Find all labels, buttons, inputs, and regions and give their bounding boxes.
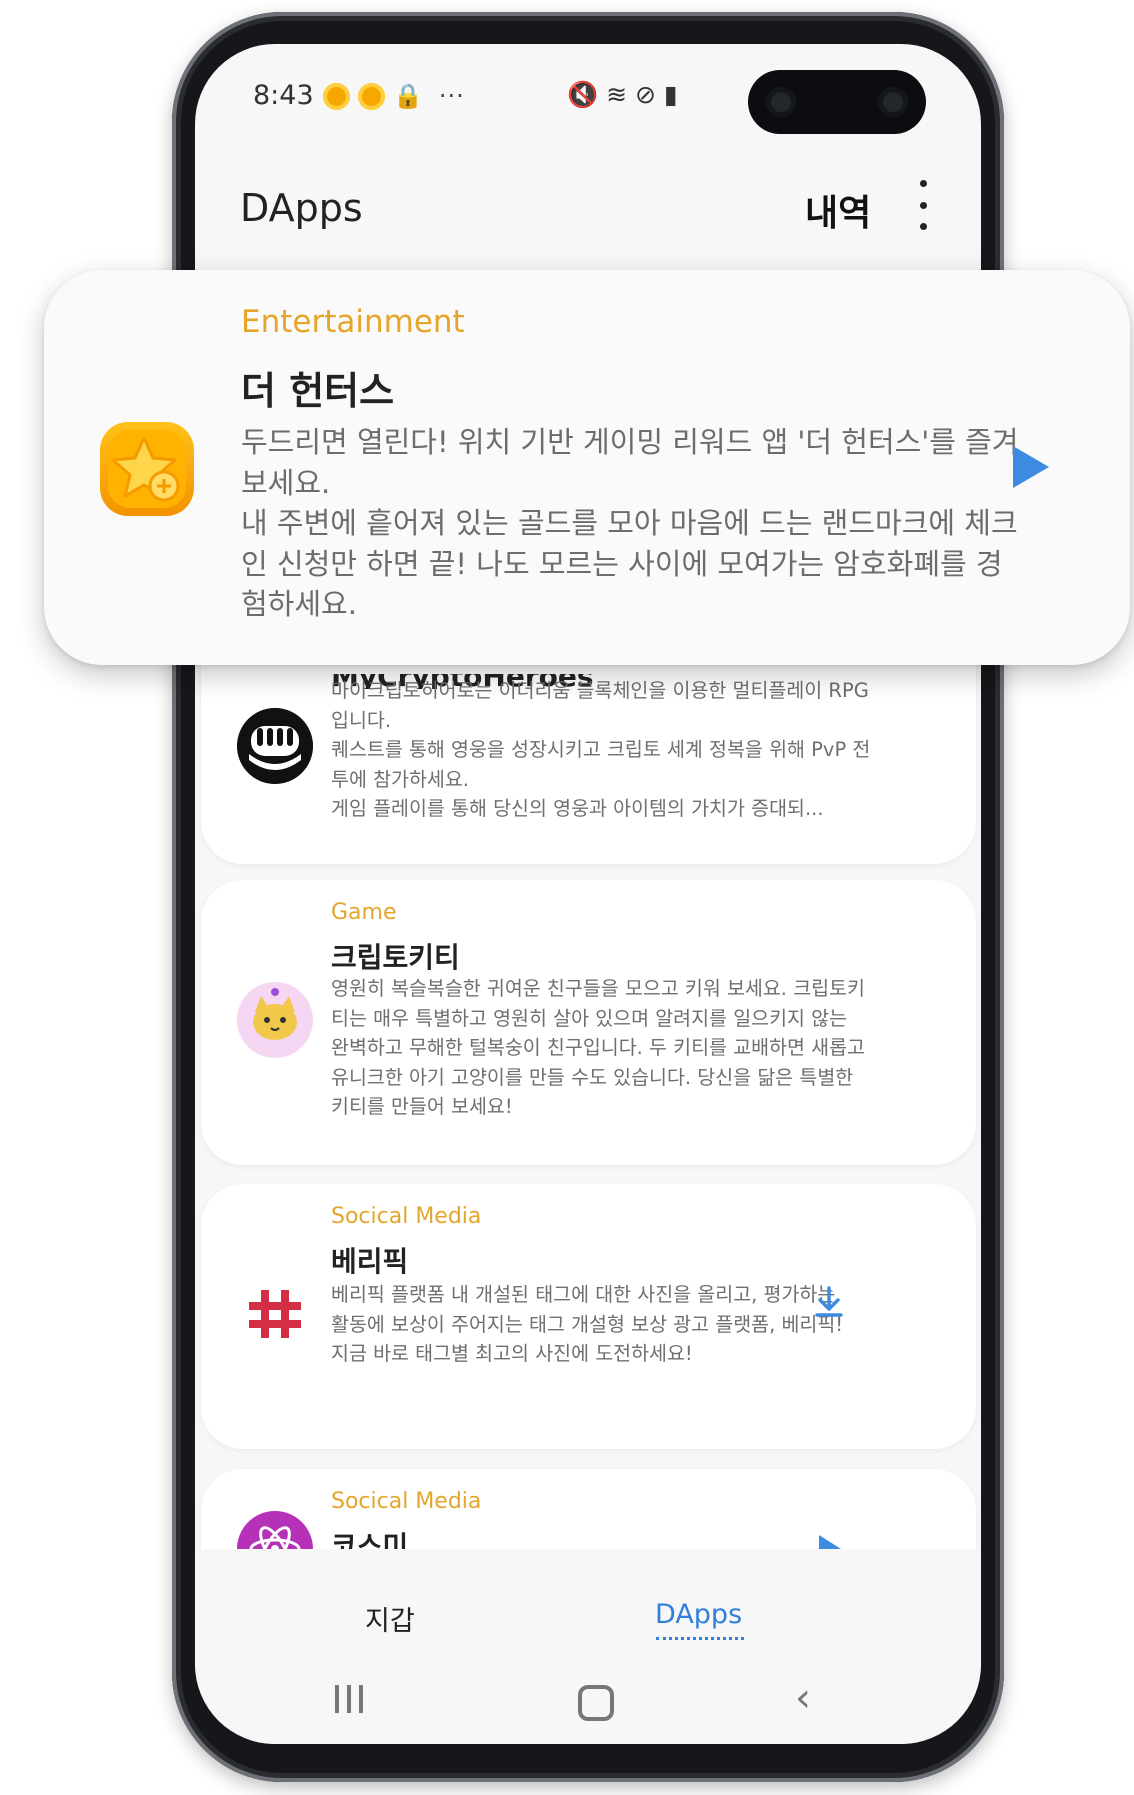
active-tab-indicator bbox=[656, 1637, 744, 1640]
notification-coin-icon bbox=[358, 82, 385, 110]
the-hunters-star-icon bbox=[100, 422, 194, 516]
dapp-description: 베리픽 플랫폼 내 개설된 태그에 대한 사진을 올리고, 평가하는 활동에 보… bbox=[331, 1283, 844, 1365]
dapp-description: 마이크립토히어로는 이더리움 블록체인을 이용한 멀티플레이 RPG입니다. 퀘… bbox=[331, 679, 871, 820]
dapp-category: Socical Media bbox=[331, 1489, 482, 1514]
dapp-name: 베리픽 bbox=[331, 1245, 409, 1278]
notification-coin-icon bbox=[323, 82, 350, 110]
camera-cutout bbox=[748, 70, 926, 134]
status-time: 8:43 bbox=[253, 80, 314, 111]
more-vertical-icon[interactable] bbox=[911, 180, 935, 230]
featured-description: 두드리면 열린다! 위치 기반 게이밍 리워드 앱 '더 헌터스'를 즐겨보세요… bbox=[241, 425, 1019, 621]
home-icon[interactable] bbox=[578, 1685, 614, 1721]
tab-dapps[interactable]: DApps bbox=[655, 1599, 742, 1630]
dapp-card-verypic[interactable]: Socical Media 베리픽 베리픽 플랫폼 내 개설된 태그에 대한 사… bbox=[201, 1184, 976, 1449]
download-icon[interactable] bbox=[811, 1284, 847, 1320]
cryptokitty-icon bbox=[237, 982, 313, 1058]
heroes-mask-icon bbox=[237, 708, 313, 784]
more-notifications-icon: ··· bbox=[438, 82, 465, 110]
dapp-category: Socical Media bbox=[331, 1204, 482, 1229]
dapp-description: 영원히 복슬복슬한 귀여운 친구들을 모으고 키워 보세요. 크립토키티는 매우… bbox=[331, 977, 865, 1118]
app-title: DApps bbox=[240, 186, 363, 230]
bottom-navigation: 지갑 DApps ‹ bbox=[195, 1549, 981, 1744]
hashtag-icon bbox=[237, 1276, 313, 1352]
history-button[interactable]: 내역 bbox=[805, 184, 871, 236]
featured-dapp-popup[interactable]: Entertainment 더 헌터스 두드리면 열린다! 위치 기반 게이밍 … bbox=[44, 270, 1130, 665]
featured-name: 더 헌터스 bbox=[241, 369, 395, 413]
lock-icon: 🔒 bbox=[393, 82, 423, 110]
status-notification-icons: 🔒 ··· bbox=[323, 82, 465, 110]
dapp-category: Game bbox=[331, 900, 397, 925]
back-icon[interactable]: ‹ bbox=[795, 1675, 811, 1721]
featured-category: Entertainment bbox=[241, 304, 465, 340]
dapp-name: 크립토키티 bbox=[331, 941, 460, 974]
recents-icon[interactable] bbox=[335, 1685, 363, 1713]
app-bar: DApps 내역 bbox=[195, 154, 981, 264]
camera-lens-icon bbox=[878, 87, 908, 117]
play-icon[interactable] bbox=[1009, 442, 1053, 492]
system-status-glyphs: 🔇 ≋ ⊘ ▮ bbox=[567, 80, 678, 109]
status-bar: 8:43 🔒 ··· 🔇 ≋ ⊘ ▮ bbox=[195, 44, 981, 154]
dapp-card-cryptokitties[interactable]: Game 크립토키티 영원히 복슬복슬한 귀여운 친구들을 모으고 키워 보세요… bbox=[201, 880, 976, 1165]
camera-lens-icon bbox=[766, 87, 796, 117]
tab-wallet[interactable]: 지갑 bbox=[365, 1599, 415, 1638]
status-system-icons: 🔇 ≋ ⊘ ▮ bbox=[567, 80, 678, 110]
